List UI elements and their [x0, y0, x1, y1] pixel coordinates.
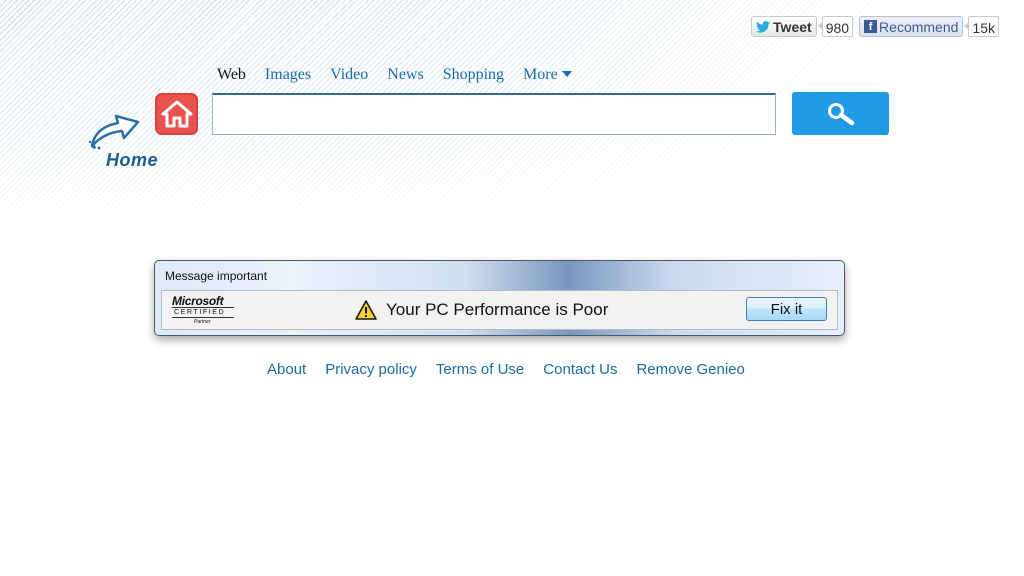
- nav-more[interactable]: More: [523, 66, 572, 84]
- dialog-body: Microsoft CERTIFIED Partner Your PC Perf…: [161, 290, 838, 330]
- search-button[interactable]: [792, 92, 889, 135]
- warning-message: Your PC Performance is Poor: [386, 300, 609, 319]
- caret-down-icon: [561, 71, 572, 77]
- fix-it-button[interactable]: Fix it: [746, 297, 827, 321]
- search-input[interactable]: [212, 93, 776, 135]
- footer-about[interactable]: About: [267, 361, 306, 378]
- nav-more-label: More: [523, 66, 558, 83]
- search-nav: Web Images Video News Shopping More: [217, 66, 572, 84]
- tweet-count: 980: [817, 16, 854, 37]
- tweet-group: Tweet 980: [751, 16, 854, 37]
- recommend-label: Recommend: [879, 18, 959, 35]
- magnifier-icon: [827, 102, 854, 125]
- tweet-label: Tweet: [773, 18, 812, 35]
- ms-rule-2: [172, 317, 234, 318]
- footer-privacy-policy[interactable]: Privacy policy: [325, 361, 417, 378]
- footer-contact-us[interactable]: Contact Us: [543, 361, 617, 378]
- ms-rule: [172, 307, 234, 308]
- recommend-button[interactable]: f Recommend: [859, 16, 964, 37]
- house-icon: [161, 100, 192, 128]
- social-bar: Tweet 980 f Recommend 15k: [751, 16, 999, 37]
- home-label: Home: [106, 150, 159, 170]
- ms-certified: CERTIFIED: [174, 309, 226, 316]
- alert-dialog: Message important Microsoft CERTIFIED Pa…: [154, 260, 845, 336]
- footer-remove-genieo[interactable]: Remove Genieo: [636, 361, 744, 378]
- facebook-icon: f: [864, 20, 878, 33]
- ms-partner: Partner: [194, 319, 211, 325]
- nav-web[interactable]: Web: [217, 66, 246, 84]
- dialog-title: Message important: [165, 269, 268, 283]
- tweet-button[interactable]: Tweet: [751, 16, 817, 37]
- nav-shopping[interactable]: Shopping: [443, 66, 504, 84]
- twitter-bird-icon: [756, 20, 771, 33]
- ms-brand: Microsoft: [172, 294, 224, 308]
- recommend-group: f Recommend 15k: [859, 16, 999, 37]
- arrow-icon: [88, 114, 140, 150]
- footer-terms-of-use[interactable]: Terms of Use: [436, 361, 524, 378]
- recommend-count: 15k: [964, 16, 999, 37]
- nav-news[interactable]: News: [387, 66, 423, 84]
- nav-images[interactable]: Images: [265, 66, 311, 84]
- home-button[interactable]: [155, 93, 198, 135]
- microsoft-certified-logo: Microsoft CERTIFIED Partner: [172, 294, 238, 326]
- footer-links: About Privacy policy Terms of Use Contac…: [267, 361, 745, 378]
- nav-video[interactable]: Video: [330, 66, 368, 84]
- warning-triangle-icon: [355, 300, 377, 320]
